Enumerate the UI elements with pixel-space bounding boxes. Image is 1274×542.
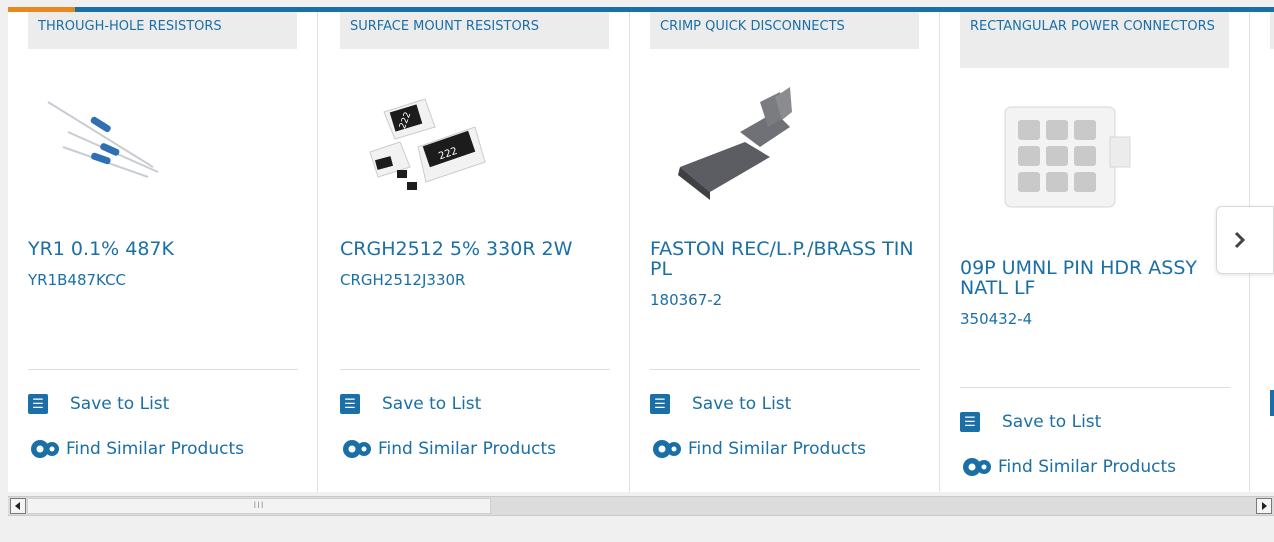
carousel-next-button[interactable] [1216, 206, 1274, 274]
product-card: THROUGH-HOLE RESISTORS YR1 0.1% 487K YR1… [8, 12, 318, 492]
save-to-list-button[interactable]: ☰ Save to List [28, 392, 169, 416]
part-number[interactable]: 180367-2 [650, 291, 920, 309]
gears-icon [653, 440, 681, 458]
save-to-list-button[interactable]: ☰ Save to List [960, 410, 1101, 434]
checklist-icon: ☰ [650, 394, 670, 414]
product-carousel: THROUGH-HOLE RESISTORS YR1 0.1% 487K YR1… [8, 7, 1274, 492]
scroll-left-arrow[interactable] [10, 498, 26, 514]
gears-icon [31, 440, 59, 458]
scrollbar-thumb[interactable]: III [27, 498, 491, 514]
find-similar-button[interactable]: Find Similar Products [960, 455, 1176, 479]
category-label[interactable]: RECTANGULAR POWER CONNECTORS [960, 12, 1229, 68]
category-label[interactable]: THROUGH-HOLE RESISTORS [28, 12, 297, 49]
product-name[interactable]: YR1 0.1% 487K [28, 239, 298, 259]
axial-resistor-image[interactable] [28, 72, 297, 207]
category-label[interactable]: CRIMP QUICK DISCONNECTS [650, 12, 919, 49]
part-number[interactable]: CRGH2512J330R [340, 271, 610, 289]
product-name[interactable]: CRGH2512 5% 330R 2W [340, 239, 610, 259]
scroll-right-arrow[interactable] [1256, 498, 1272, 514]
find-similar-label: Find Similar Products [66, 439, 244, 459]
smd-resistor-image[interactable]: 222 222 [340, 72, 609, 207]
part-number[interactable]: 350432-4 [960, 310, 1230, 328]
category-label-peek [1270, 12, 1274, 49]
checklist-icon: ☰ [340, 394, 360, 414]
horizontal-scrollbar[interactable]: III [8, 496, 1274, 516]
find-similar-label: Find Similar Products [998, 457, 1176, 477]
find-similar-label: Find Similar Products [378, 439, 556, 459]
save-to-list-label: Save to List [70, 394, 170, 414]
part-number[interactable]: YR1B487KCC [28, 271, 298, 289]
quick-disconnect-image[interactable] [650, 72, 919, 207]
product-card: RECTANGULAR POWER CONNECTORS 09P UMNL PI… [940, 12, 1250, 492]
product-name[interactable]: 09P UMNL PIN HDR ASSY NATL LF [960, 258, 1230, 298]
gears-icon [343, 440, 371, 458]
checklist-icon: ☰ [960, 412, 980, 432]
chevron-right-icon [1234, 231, 1246, 249]
category-label[interactable]: SURFACE MOUNT RESISTORS [340, 12, 609, 49]
save-to-list-button[interactable]: ☰ Save to List [650, 392, 791, 416]
save-to-list-label: Save to List [692, 394, 792, 414]
divider [340, 369, 610, 370]
product-card: SURFACE MOUNT RESISTORS 222 222 CRGH2512… [320, 12, 630, 492]
find-similar-button[interactable]: Find Similar Products [28, 437, 244, 461]
find-similar-button[interactable]: Find Similar Products [340, 437, 556, 461]
save-to-list-label: Save to List [382, 394, 482, 414]
power-connector-image[interactable] [960, 92, 1229, 227]
product-name[interactable]: FASTON REC/L.P./BRASS TIN PL [650, 239, 920, 279]
save-to-list-label: Save to List [1002, 412, 1102, 432]
checklist-icon: ☰ [28, 394, 48, 414]
checklist-icon [1270, 390, 1274, 416]
save-to-list-button[interactable]: ☰ Save to List [340, 392, 481, 416]
find-similar-label: Find Similar Products [688, 439, 866, 459]
divider [960, 387, 1230, 388]
find-similar-button[interactable]: Find Similar Products [650, 437, 866, 461]
scrollbar-grip: III [253, 501, 265, 511]
product-card: CRIMP QUICK DISCONNECTS FASTON REC/L.P./… [630, 12, 940, 492]
gears-icon [963, 458, 991, 476]
divider [28, 369, 298, 370]
divider [650, 369, 920, 370]
